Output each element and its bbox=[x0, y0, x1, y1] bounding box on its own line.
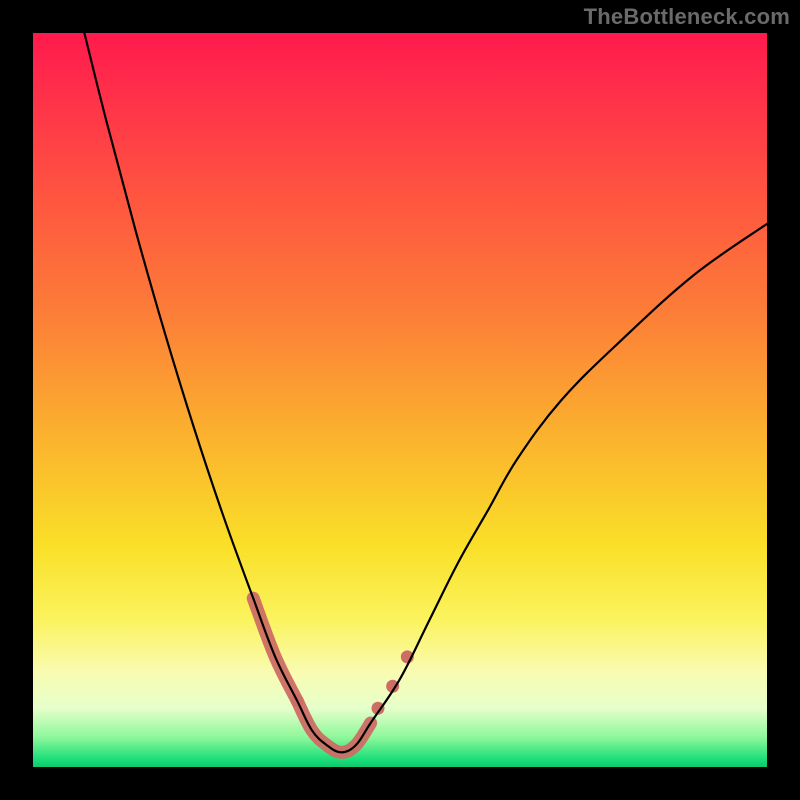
plot-area bbox=[33, 33, 767, 767]
bottleneck-curve bbox=[84, 33, 767, 752]
curve-layer bbox=[33, 33, 767, 767]
watermark-label: TheBottleneck.com bbox=[584, 4, 790, 30]
chart-container: TheBottleneck.com bbox=[0, 0, 800, 800]
highlight-segment-bottom bbox=[297, 701, 370, 752]
highlight-dots-right bbox=[371, 650, 413, 714]
